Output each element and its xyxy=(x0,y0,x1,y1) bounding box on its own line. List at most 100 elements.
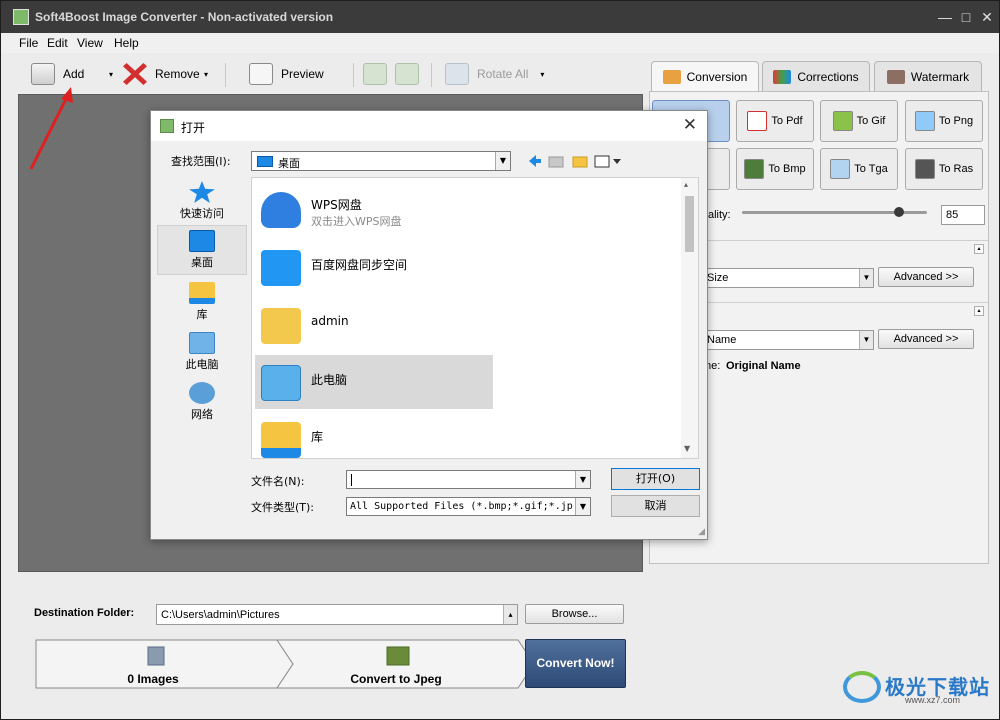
list-item[interactable]: 百度网盘同步空间 xyxy=(255,240,493,294)
open-button[interactable]: 打开(O) xyxy=(611,468,700,490)
quality-label: ality: xyxy=(708,209,731,221)
add-dropdown[interactable]: ▾ xyxy=(105,61,113,87)
place-network-label: 网络 xyxy=(191,408,213,421)
rotate-all-button[interactable]: Rotate All ▾ xyxy=(445,61,544,87)
place-desktop[interactable]: 桌面 xyxy=(157,225,247,275)
place-this-pc[interactable]: 此电脑 xyxy=(157,328,247,378)
file-name-label: 文件名(N): xyxy=(251,475,305,488)
menu-edit[interactable]: Edit xyxy=(47,36,68,50)
file-type-select[interactable]: All Supported Files (*.bmp;*.gif;*.jp ▼ xyxy=(346,497,591,516)
settings-tabs: Conversion Corrections Watermark xyxy=(649,59,989,92)
format-gif-button[interactable]: To Gif xyxy=(820,100,898,142)
remove-button[interactable]: Remove xyxy=(123,61,200,87)
preview-button[interactable]: Preview xyxy=(249,61,324,87)
wps-cloud-icon xyxy=(261,192,301,228)
name-select[interactable]: Name ▼ xyxy=(702,330,874,350)
computer-icon xyxy=(261,365,301,401)
dialog-title-bar: 打开 ✕ xyxy=(151,111,707,141)
annotation-arrow xyxy=(29,87,73,170)
minimize-button[interactable]: — xyxy=(935,7,955,27)
back-arrow-icon[interactable] xyxy=(529,155,541,167)
name-advanced-button[interactable]: Advanced >> xyxy=(878,329,974,349)
file-name: 库 xyxy=(311,430,324,444)
place-quick-access[interactable]: 快速访问 xyxy=(157,177,247,227)
up-folder-icon[interactable] xyxy=(548,156,564,168)
close-button[interactable]: ✕ xyxy=(977,7,997,27)
quality-slider-thumb[interactable] xyxy=(894,207,905,217)
new-folder-icon[interactable] xyxy=(572,156,588,168)
view-menu-icon[interactable] xyxy=(594,155,610,168)
list-item[interactable]: admin xyxy=(255,298,493,352)
format-pdf-button[interactable]: To Pdf xyxy=(736,100,814,142)
chevron-down-icon: ▾ xyxy=(204,69,209,79)
collapse-name-section[interactable]: ▴ xyxy=(974,306,984,316)
menu-help[interactable]: Help xyxy=(114,36,139,50)
tab-watermark[interactable]: Watermark xyxy=(874,61,982,91)
menu-view[interactable]: View xyxy=(77,36,103,50)
maximize-button[interactable]: □ xyxy=(956,7,976,27)
list-item[interactable]: 库 xyxy=(255,412,493,458)
collapse-size-section[interactable]: ▴ xyxy=(974,244,984,254)
destination-folder-input[interactable]: C:\Users\admin\Pictures ▴ xyxy=(156,604,518,625)
file-subtitle: 双击进入WPS网盘 xyxy=(311,215,402,228)
chevron-down-icon: ▼ xyxy=(495,152,510,170)
file-name: admin xyxy=(311,314,349,328)
chevron-down-icon[interactable] xyxy=(613,159,621,164)
convert-now-button[interactable]: Convert Now! xyxy=(525,639,626,688)
toolbar: Add ▾ Remove ▾ Preview Rotate All ▾ xyxy=(1,53,641,93)
place-network[interactable]: 网络 xyxy=(157,378,247,428)
look-in-select[interactable]: 桌面 ▼ xyxy=(251,151,511,171)
browse-button[interactable]: Browse... xyxy=(525,604,624,624)
title-bar: Soft4Boost Image Converter - Non-activat… xyxy=(1,1,999,33)
size-advanced-button[interactable]: Advanced >> xyxy=(878,267,974,287)
list-item[interactable]: WPS网盘 双击进入WPS网盘 xyxy=(255,182,493,236)
size-select[interactable]: Size ▼ xyxy=(702,268,874,288)
format-png-label: To Png xyxy=(938,115,974,127)
library-folder-icon xyxy=(261,422,301,458)
pdf-format-icon xyxy=(747,111,768,131)
scrollbar-thumb[interactable] xyxy=(685,196,694,252)
dialog-close-icon[interactable]: ✕ xyxy=(683,115,697,135)
chevron-down-icon: ▼ xyxy=(859,331,873,349)
bottom-panel: Destination Folder: C:\Users\admin\Pictu… xyxy=(18,577,643,717)
tab-corrections[interactable]: Corrections xyxy=(762,61,870,91)
library-folder-icon xyxy=(189,282,215,304)
preview-magnifier-icon xyxy=(249,63,273,85)
file-list[interactable]: WPS网盘 双击进入WPS网盘 百度网盘同步空间 admin 此电脑 库 ▴ ▼ xyxy=(251,177,699,459)
format-tga-button[interactable]: To Tga xyxy=(820,148,898,190)
desktop-icon xyxy=(189,230,215,252)
remove-dropdown[interactable]: ▾ xyxy=(200,61,208,87)
tab-conversion[interactable]: Conversion xyxy=(651,61,759,92)
app-icon xyxy=(13,9,29,25)
easel-icon xyxy=(386,646,410,666)
menu-file[interactable]: File xyxy=(19,36,38,50)
file-list-scrollbar[interactable]: ▴ ▼ xyxy=(681,178,698,458)
rotate-left-button[interactable] xyxy=(363,61,387,87)
place-libraries[interactable]: 库 xyxy=(157,278,247,328)
format-pdf-label: To Pdf xyxy=(771,115,803,127)
file-name: 此电脑 xyxy=(311,373,348,387)
file-name-input[interactable]: ▼ xyxy=(346,470,591,489)
chevron-down-icon: ▼ xyxy=(859,269,873,287)
images-count: 0 Images xyxy=(127,672,179,686)
remove-label: Remove xyxy=(155,67,200,81)
arrow-shaft xyxy=(29,92,71,170)
format-bmp-button[interactable]: To Bmp xyxy=(736,148,814,190)
quality-input[interactable]: 85 xyxy=(941,205,985,225)
cancel-button[interactable]: 取消 xyxy=(611,495,700,517)
list-item[interactable]: 此电脑 xyxy=(255,355,493,409)
place-desktop-label: 桌面 xyxy=(191,256,213,269)
format-ras-button[interactable]: To Ras xyxy=(905,148,983,190)
rotate-right-button[interactable] xyxy=(395,61,419,87)
destination-folder-value: C:\Users\admin\Pictures xyxy=(161,609,280,621)
dialog-nav-toolbar xyxy=(529,155,621,168)
scroll-down-icon[interactable]: ▼ xyxy=(684,444,690,453)
resize-grip-icon[interactable]: ◢ xyxy=(698,527,705,537)
desktop-folder-icon xyxy=(257,156,273,167)
places-bar: 快速访问 桌面 库 此电脑 网络 xyxy=(157,175,247,455)
site-url: www.xz7.com xyxy=(905,695,961,705)
chevron-down-icon: ▾ xyxy=(540,69,545,79)
scroll-up-icon[interactable]: ▴ xyxy=(684,180,688,189)
format-png-button[interactable]: To Png xyxy=(905,100,983,142)
place-quick-access-label: 快速访问 xyxy=(180,207,224,220)
